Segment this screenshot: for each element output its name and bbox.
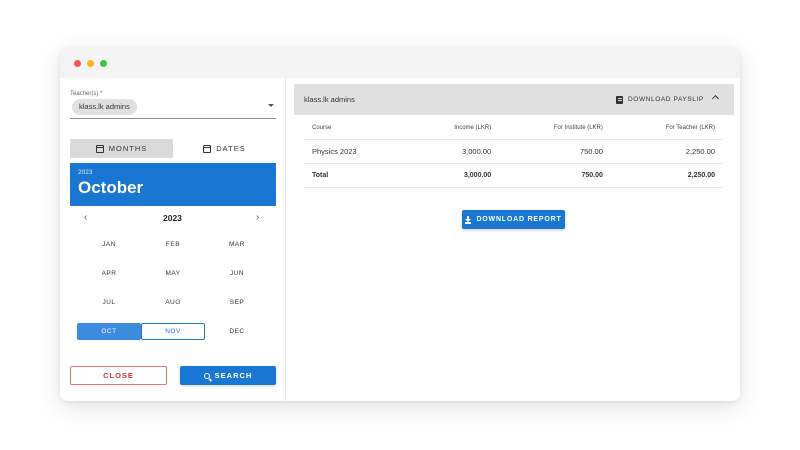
close-button[interactable]: CLOSE <box>70 366 167 385</box>
tab-dates[interactable]: DATES <box>173 139 276 158</box>
month-jan[interactable]: JAN <box>77 236 141 253</box>
table-row: Physics 2023 3,000.00 750.00 2,250.00 <box>304 139 723 164</box>
period-tabs: MONTHS DATES <box>70 139 276 158</box>
window-titlebar <box>60 47 740 78</box>
download-payslip-button[interactable]: DOWNLOAD PAYSLIP <box>616 84 704 115</box>
cell-institute: 750.00 <box>499 139 611 164</box>
col-course: Course <box>304 117 409 140</box>
cell-teacher: 2,250.00 <box>610 139 723 164</box>
nav-year: 2023 <box>163 213 182 223</box>
month-mar[interactable]: MAR <box>205 236 269 253</box>
month-nov[interactable]: NOV <box>141 323 205 340</box>
search-button-label: SEARCH <box>214 371 253 380</box>
minimize-window-dot[interactable] <box>87 60 94 67</box>
teacher-label: Teacher(s) * <box>70 91 103 97</box>
month-jun[interactable]: JUN <box>205 265 269 282</box>
download-icon <box>465 215 472 224</box>
month-aug[interactable]: AUG <box>141 294 205 311</box>
col-income: Income (LKR) <box>408 117 500 140</box>
total-teacher: 2,250.00 <box>610 163 723 188</box>
download-report-button[interactable]: DOWNLOAD REPORT <box>462 210 565 229</box>
cell-income: 3,000.00 <box>408 139 500 164</box>
calendar-header: 2023 October <box>70 163 276 206</box>
month-feb[interactable]: FEB <box>141 236 205 253</box>
month-jul[interactable]: JUL <box>77 294 141 311</box>
month-oct[interactable]: OCT <box>77 323 141 340</box>
tab-dates-label: DATES <box>216 144 246 153</box>
dropdown-arrow-icon[interactable] <box>268 104 274 107</box>
teacher-chip[interactable]: klass.lk admins <box>72 99 137 115</box>
header-year[interactable]: 2023 <box>78 169 92 176</box>
month-sep[interactable]: SEP <box>205 294 269 311</box>
select-underline <box>70 118 276 119</box>
col-teacher: For Teacher (LKR) <box>610 117 723 140</box>
download-report-label: DOWNLOAD REPORT <box>476 216 562 223</box>
total-income: 3,000.00 <box>408 163 500 188</box>
search-button[interactable]: SEARCH <box>180 366 276 385</box>
cell-course: Physics 2023 <box>304 139 409 164</box>
chevron-up-icon[interactable] <box>711 94 720 103</box>
document-icon <box>616 95 623 104</box>
calendar-month-icon <box>95 144 104 153</box>
tab-months-label: MONTHS <box>108 144 148 153</box>
month-may[interactable]: MAY <box>141 265 205 282</box>
header-month: October <box>78 178 144 197</box>
total-row: Total 3,000.00 750.00 2,250.00 <box>304 163 723 188</box>
report-table: Course Income (LKR) For Institute (LKR) … <box>304 117 723 188</box>
month-dec[interactable]: DEC <box>205 323 269 340</box>
month-apr[interactable]: APR <box>77 265 141 282</box>
total-institute: 750.00 <box>499 163 611 188</box>
teacher-accordion[interactable]: klass.lk admins DOWNLOAD PAYSLIP <box>294 84 734 115</box>
col-institute: For Institute (LKR) <box>499 117 611 140</box>
close-window-dot[interactable] <box>74 60 81 67</box>
calendar-date-icon <box>203 144 212 153</box>
prev-year-icon[interactable]: ‹ <box>84 211 87 225</box>
total-label: Total <box>304 163 409 188</box>
payslip-label: DOWNLOAD PAYSLIP <box>628 96 704 103</box>
next-year-icon[interactable]: › <box>256 211 259 225</box>
search-icon <box>203 372 210 379</box>
maximize-window-dot[interactable] <box>100 60 107 67</box>
table-header-row: Course Income (LKR) For Institute (LKR) … <box>304 117 723 140</box>
accordion-title: klass.lk admins <box>304 95 355 104</box>
tab-months[interactable]: MONTHS <box>70 139 173 158</box>
